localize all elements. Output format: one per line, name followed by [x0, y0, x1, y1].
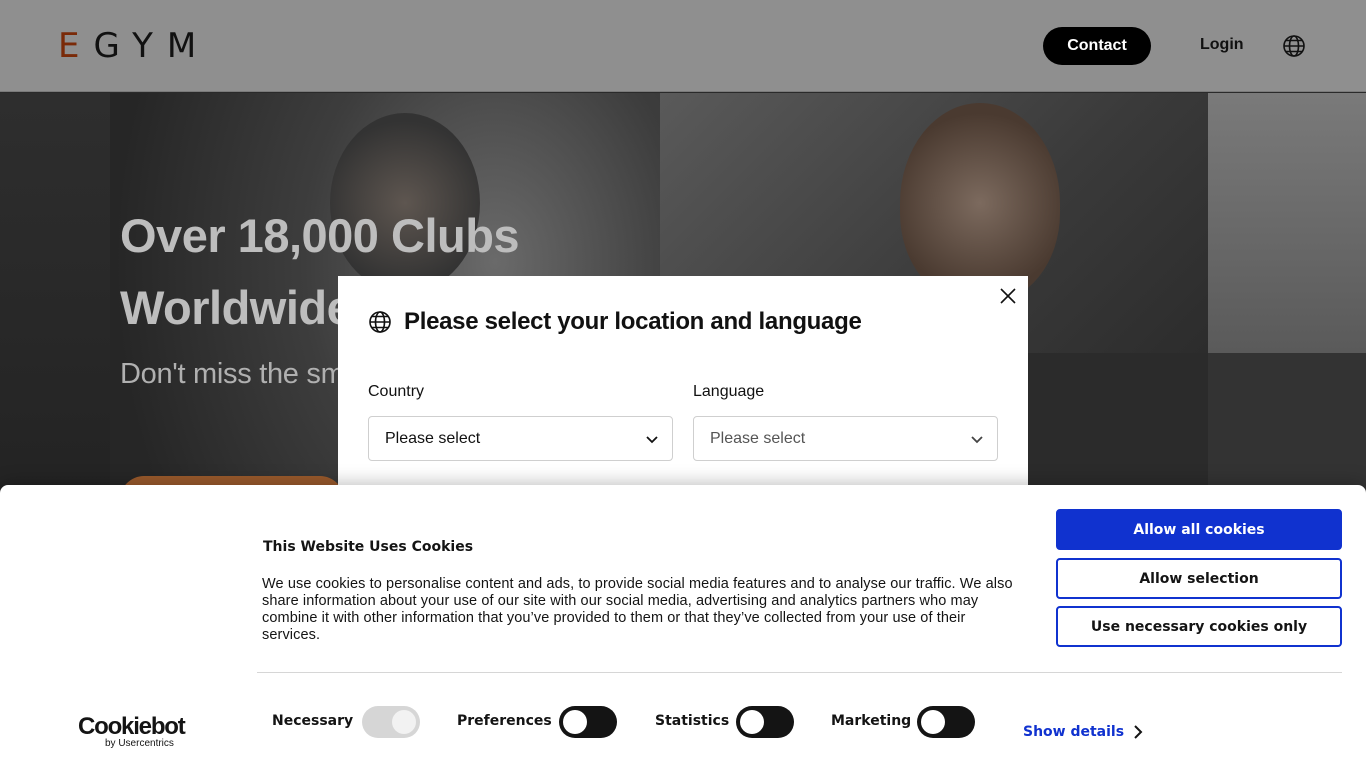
toggle-statistics[interactable] — [736, 706, 794, 738]
divider — [257, 672, 1342, 673]
toggle-label-statistics: Statistics — [655, 713, 730, 729]
allow-selection-button[interactable]: Allow selection — [1056, 558, 1342, 599]
toggle-knob — [563, 710, 587, 734]
hero-title-line: Over 18,000 Clubs — [120, 209, 520, 262]
toggle-label-marketing: Marketing — [831, 713, 912, 729]
toggle-label-preferences: Preferences — [457, 713, 552, 729]
logo-letter-e: E — [58, 26, 94, 66]
language-select-value: Please select — [710, 429, 806, 447]
hero-person-image — [900, 103, 1060, 303]
language-select[interactable]: Please select — [693, 416, 998, 461]
show-details-link[interactable]: Show details — [1023, 724, 1124, 740]
toggle-knob — [921, 710, 945, 734]
cookie-description: We use cookies to personalise content an… — [262, 576, 1013, 643]
globe-icon[interactable] — [1282, 34, 1306, 58]
cookiebot-logo[interactable]: Cookiebot by Usercentrics — [78, 715, 188, 749]
language-label: Language — [693, 383, 765, 400]
cookie-title: This Website Uses Cookies — [263, 539, 474, 555]
location-language-modal: Please select your location and language… — [338, 276, 1028, 506]
cookiebot-logo-sub: by Usercentrics — [105, 738, 174, 749]
toggle-preferences[interactable] — [559, 706, 617, 738]
logo-letters: GYM — [93, 26, 211, 66]
hero-image-panel — [1208, 93, 1366, 353]
toggle-knob — [740, 710, 764, 734]
cookiebot-logo-text: Cookiebot — [78, 713, 186, 740]
country-label: Country — [368, 383, 425, 400]
chevron-down-icon — [971, 436, 983, 444]
hero-subtitle: Don't miss the sm — [120, 358, 345, 390]
egym-logo[interactable]: E GYM — [58, 26, 210, 66]
country-select-value: Please select — [385, 429, 481, 447]
globe-icon — [369, 311, 391, 333]
close-icon[interactable] — [999, 287, 1017, 305]
chevron-right-icon[interactable] — [1130, 723, 1146, 741]
contact-button[interactable]: Contact — [1043, 27, 1151, 65]
toggle-necessary — [362, 706, 420, 738]
toggle-marketing[interactable] — [917, 706, 975, 738]
chevron-down-icon — [646, 436, 658, 444]
cookie-consent-banner: This Website Uses Cookies We use cookies… — [0, 485, 1366, 768]
toggle-label-necessary: Necessary — [272, 713, 354, 729]
allow-all-cookies-button[interactable]: Allow all cookies — [1056, 509, 1342, 550]
login-link[interactable]: Login — [1200, 36, 1244, 54]
necessary-cookies-only-button[interactable]: Use necessary cookies only — [1056, 606, 1342, 647]
modal-title: Please select your location and language — [404, 308, 862, 335]
site-header: E GYM Contact Login — [0, 0, 1366, 92]
toggle-knob — [392, 710, 416, 734]
country-select[interactable]: Please select — [368, 416, 673, 461]
